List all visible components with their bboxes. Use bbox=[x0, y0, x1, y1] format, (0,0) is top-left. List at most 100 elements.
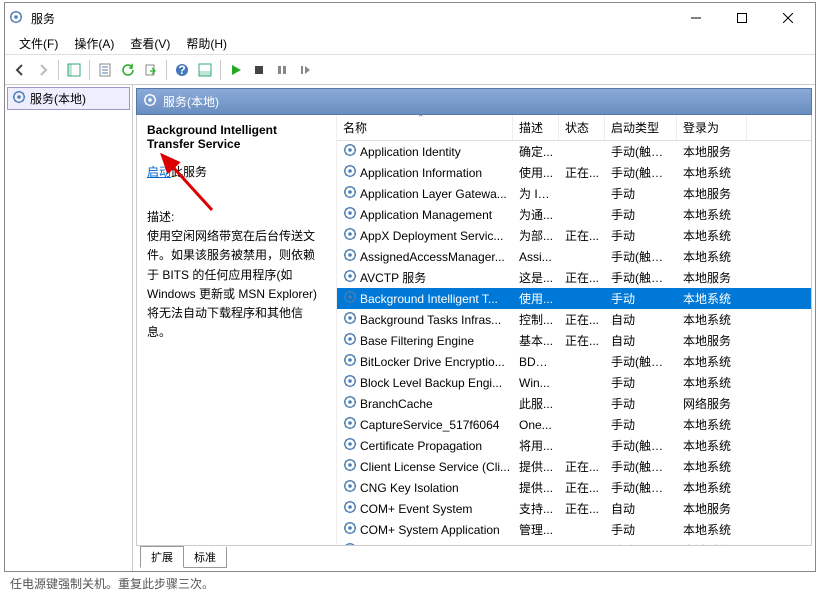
list-row[interactable]: Application Information使用...正在...手动(触发..… bbox=[337, 162, 811, 183]
close-button[interactable] bbox=[765, 4, 811, 32]
gear-icon bbox=[343, 164, 357, 181]
export-button[interactable] bbox=[140, 59, 162, 81]
tab-extended[interactable]: 扩展 bbox=[140, 546, 184, 568]
list-row[interactable]: CaptureService_517f6064One...手动本地系统 bbox=[337, 414, 811, 435]
gear-icon bbox=[343, 332, 357, 349]
cell-login: 本地系统 bbox=[677, 352, 747, 371]
cell-login: 本地服务 bbox=[677, 331, 747, 350]
toolbar-separator bbox=[220, 60, 221, 80]
service-list[interactable]: 名称⌃ 描述 状态 启动类型 登录为 Application Identity确… bbox=[337, 115, 811, 545]
list-row[interactable]: AssignedAccessManager...Assi...手动(触发...本… bbox=[337, 246, 811, 267]
cell-name: Application Management bbox=[337, 205, 513, 224]
list-row[interactable]: Block Level Backup Engi...Win...手动本地系统 bbox=[337, 372, 811, 393]
cell-name: Background Tasks Infras... bbox=[337, 310, 513, 329]
toolbar-separator bbox=[89, 60, 90, 80]
gear-icon bbox=[343, 521, 357, 538]
list-row[interactable]: AVCTP 服务这是...正在...手动(触发...本地服务 bbox=[337, 267, 811, 288]
cell-login: 本地服务 bbox=[677, 142, 747, 161]
cell-status bbox=[559, 529, 605, 531]
list-row[interactable]: Base Filtering Engine基本...正在...自动本地服务 bbox=[337, 330, 811, 351]
cell-start: 手动 bbox=[605, 415, 677, 434]
list-row[interactable]: Background Tasks Infras...控制...正在...自动本地… bbox=[337, 309, 811, 330]
show-hide-tree-button[interactable] bbox=[63, 59, 85, 81]
list-row[interactable]: Application Layer Gatewa...为 In...手动本地服务 bbox=[337, 183, 811, 204]
back-button[interactable] bbox=[9, 59, 31, 81]
window-buttons bbox=[673, 4, 811, 32]
refresh-button[interactable] bbox=[117, 59, 139, 81]
menu-help[interactable]: 帮助(H) bbox=[178, 33, 235, 54]
cell-desc: 将用... bbox=[513, 436, 559, 455]
tab-standard[interactable]: 标准 bbox=[183, 547, 227, 568]
list-row[interactable]: Application Identity确定...手动(触发...本地服务 bbox=[337, 141, 811, 162]
cell-login: 本地服务 bbox=[677, 499, 747, 518]
start-service-button[interactable] bbox=[225, 59, 247, 81]
list-row[interactable]: COM+ System Application管理...手动本地系统 bbox=[337, 519, 811, 540]
cell-start: 手动 bbox=[605, 184, 677, 203]
menu-action[interactable]: 操作(A) bbox=[66, 33, 122, 54]
cell-status bbox=[559, 151, 605, 153]
forward-button[interactable] bbox=[32, 59, 54, 81]
cell-desc: Assi... bbox=[513, 249, 559, 265]
cell-name: Certificate Propagation bbox=[337, 436, 513, 455]
list-row[interactable]: Client License Service (Cli...提供...正在...… bbox=[337, 456, 811, 477]
col-login[interactable]: 登录为 bbox=[677, 115, 747, 140]
cell-login: 本地系统 bbox=[677, 520, 747, 539]
col-desc[interactable]: 描述 bbox=[513, 115, 559, 140]
toolbar-separator bbox=[58, 60, 59, 80]
stop-service-button[interactable] bbox=[248, 59, 270, 81]
tree-item-services-local[interactable]: 服务(本地) bbox=[7, 87, 130, 110]
cell-start: 手动 bbox=[605, 541, 677, 545]
list-row[interactable]: BranchCache此服...手动网络服务 bbox=[337, 393, 811, 414]
list-row[interactable]: AppX Deployment Servic...为部...正在...手动本地系… bbox=[337, 225, 811, 246]
cell-desc: Con... bbox=[513, 543, 559, 546]
tree-pane[interactable]: 服务(本地) bbox=[5, 85, 133, 571]
cell-start: 手动 bbox=[605, 205, 677, 224]
list-header: 名称⌃ 描述 状态 启动类型 登录为 bbox=[337, 115, 811, 141]
cell-name: Background Intelligent T... bbox=[337, 289, 513, 308]
help-button[interactable]: ? bbox=[171, 59, 193, 81]
cell-start: 手动 bbox=[605, 520, 677, 539]
col-name[interactable]: 名称⌃ bbox=[337, 115, 513, 140]
minimize-button[interactable] bbox=[673, 4, 719, 32]
start-service-link[interactable]: 启动 bbox=[147, 165, 171, 179]
restart-service-button[interactable] bbox=[294, 59, 316, 81]
cell-name: BranchCache bbox=[337, 394, 513, 413]
gear-icon bbox=[343, 500, 357, 517]
cell-name: Client License Service (Cli... bbox=[337, 457, 513, 476]
col-status[interactable]: 状态 bbox=[559, 115, 605, 140]
list-row[interactable]: Application Management为通...手动本地系统 bbox=[337, 204, 811, 225]
pause-service-button[interactable] bbox=[271, 59, 293, 81]
cell-status bbox=[559, 403, 605, 405]
cell-start: 手动(触发... bbox=[605, 457, 677, 476]
cell-status bbox=[559, 298, 605, 300]
cell-desc: 管理... bbox=[513, 520, 559, 539]
cell-start: 手动 bbox=[605, 226, 677, 245]
list-row[interactable]: Connected User Experien...Con...手动本地系统 bbox=[337, 540, 811, 545]
cell-start: 手动(触发... bbox=[605, 352, 677, 371]
cell-start: 手动 bbox=[605, 394, 677, 413]
selected-service-name: Background Intelligent Transfer Service bbox=[147, 123, 326, 151]
cell-status: 正在... bbox=[559, 457, 605, 476]
cell-status: 正在... bbox=[559, 499, 605, 518]
cell-name: COM+ Event System bbox=[337, 499, 513, 518]
menu-file[interactable]: 文件(F) bbox=[11, 33, 66, 54]
maximize-button[interactable] bbox=[719, 4, 765, 32]
cell-name: Application Identity bbox=[337, 142, 513, 161]
cell-status bbox=[559, 193, 605, 195]
properties-button[interactable] bbox=[94, 59, 116, 81]
gear-icon bbox=[343, 416, 357, 433]
cell-status: 正在... bbox=[559, 310, 605, 329]
service-description: 描述: 使用空闲网络带宽在后台传送文件。如果该服务被禁用，则依赖于 BITS 的… bbox=[147, 208, 326, 342]
cell-desc: 这是... bbox=[513, 268, 559, 287]
view-tabs: 扩展 标准 bbox=[136, 546, 812, 568]
cell-login: 本地系统 bbox=[677, 310, 747, 329]
list-row[interactable]: Certificate Propagation将用...手动(触发...本地系统 bbox=[337, 435, 811, 456]
cell-status bbox=[559, 256, 605, 258]
list-row[interactable]: COM+ Event System支持...正在...自动本地服务 bbox=[337, 498, 811, 519]
list-row[interactable]: CNG Key Isolation提供...正在...手动(触发...本地系统 bbox=[337, 477, 811, 498]
col-start[interactable]: 启动类型 bbox=[605, 115, 677, 140]
menu-view[interactable]: 查看(V) bbox=[122, 33, 178, 54]
toolbar-button[interactable] bbox=[194, 59, 216, 81]
list-row[interactable]: Background Intelligent T...使用...手动本地系统 bbox=[337, 288, 811, 309]
list-row[interactable]: BitLocker Drive Encryptio...BDE...手动(触发.… bbox=[337, 351, 811, 372]
